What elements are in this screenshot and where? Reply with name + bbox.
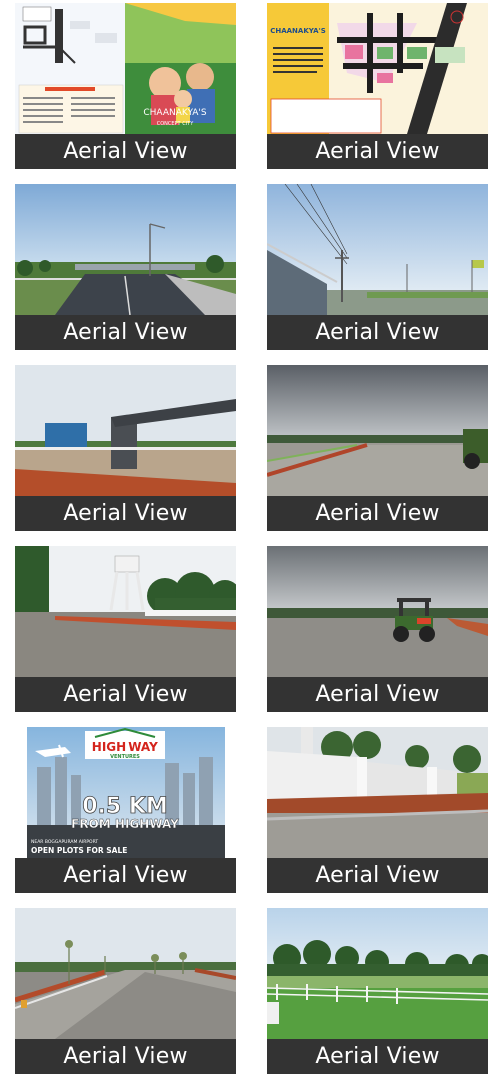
gallery-caption: Aerial View <box>15 134 236 169</box>
gallery-item-6[interactable]: Aerial View <box>267 365 488 531</box>
gallery-image[interactable] <box>15 546 236 677</box>
gallery-image[interactable] <box>267 727 488 858</box>
gallery-image[interactable] <box>15 908 236 1039</box>
gallery-caption: Aerial View <box>267 1039 488 1074</box>
gallery-caption: Aerial View <box>267 315 488 350</box>
gallery-image[interactable] <box>267 908 488 1039</box>
gallery-item-2[interactable]: CHAANAKYA'S Aerial View <box>267 3 488 169</box>
gallery-caption: Aerial View <box>15 858 236 893</box>
gallery-caption: Aerial View <box>267 677 488 712</box>
gallery-caption: Aerial View <box>15 315 236 350</box>
gallery-item-1[interactable]: CHAANAKYA'S CONCEPT CITY Aerial View <box>15 3 236 169</box>
ad-headline: 0.5 KM <box>82 794 168 819</box>
gallery-item-10[interactable]: Aerial View <box>267 727 488 893</box>
gallery-image[interactable]: HIGH WAY VENTURES 0.5 KM FROM HIGHWAY NE… <box>15 727 236 858</box>
brochure-brand-sub: CONCEPT CITY <box>157 121 194 127</box>
brochure-brand-text: CHAANAKYA'S <box>143 108 207 118</box>
gallery-caption: Aerial View <box>15 677 236 712</box>
gallery-image[interactable] <box>15 365 236 496</box>
gallery-image[interactable] <box>267 546 488 677</box>
gallery-caption: Aerial View <box>267 858 488 893</box>
gallery-image[interactable] <box>267 184 488 315</box>
gallery-caption: Aerial View <box>15 496 236 531</box>
gallery-image[interactable] <box>15 184 236 315</box>
gallery-item-8[interactable]: Aerial View <box>267 546 488 712</box>
gallery-item-12[interactable]: Aerial View <box>267 908 488 1074</box>
ad-logo-top: HIGH <box>92 740 126 754</box>
gallery-caption: Aerial View <box>267 496 488 531</box>
brochure-brand-text: CHAANAKYA'S <box>270 27 326 35</box>
gallery-grid: CHAANAKYA'S CONCEPT CITY Aerial View CHA… <box>15 3 488 1074</box>
gallery-image[interactable]: CHAANAKYA'S <box>267 3 488 134</box>
ad-subline: FROM HIGHWAY <box>71 817 179 831</box>
gallery-caption: Aerial View <box>267 134 488 169</box>
gallery-item-4[interactable]: Aerial View <box>267 184 488 350</box>
gallery-image[interactable]: CHAANAKYA'S CONCEPT CITY <box>15 3 236 134</box>
gallery-item-11[interactable]: Aerial View <box>15 908 236 1074</box>
ad-footer-small: NEAR BOGGAPURAM AIRPORT <box>31 839 98 845</box>
gallery-item-5[interactable]: Aerial View <box>15 365 236 531</box>
ad-footer: OPEN PLOTS FOR SALE <box>31 846 127 855</box>
gallery-caption: Aerial View <box>15 1039 236 1074</box>
ad-logo-sub: VENTURES <box>110 754 140 760</box>
ad-logo-mid: WAY <box>128 740 158 754</box>
gallery-item-9[interactable]: HIGH WAY VENTURES 0.5 KM FROM HIGHWAY NE… <box>15 727 236 893</box>
gallery-item-7[interactable]: Aerial View <box>15 546 236 712</box>
gallery-item-3[interactable]: Aerial View <box>15 184 236 350</box>
gallery-image[interactable] <box>267 365 488 496</box>
